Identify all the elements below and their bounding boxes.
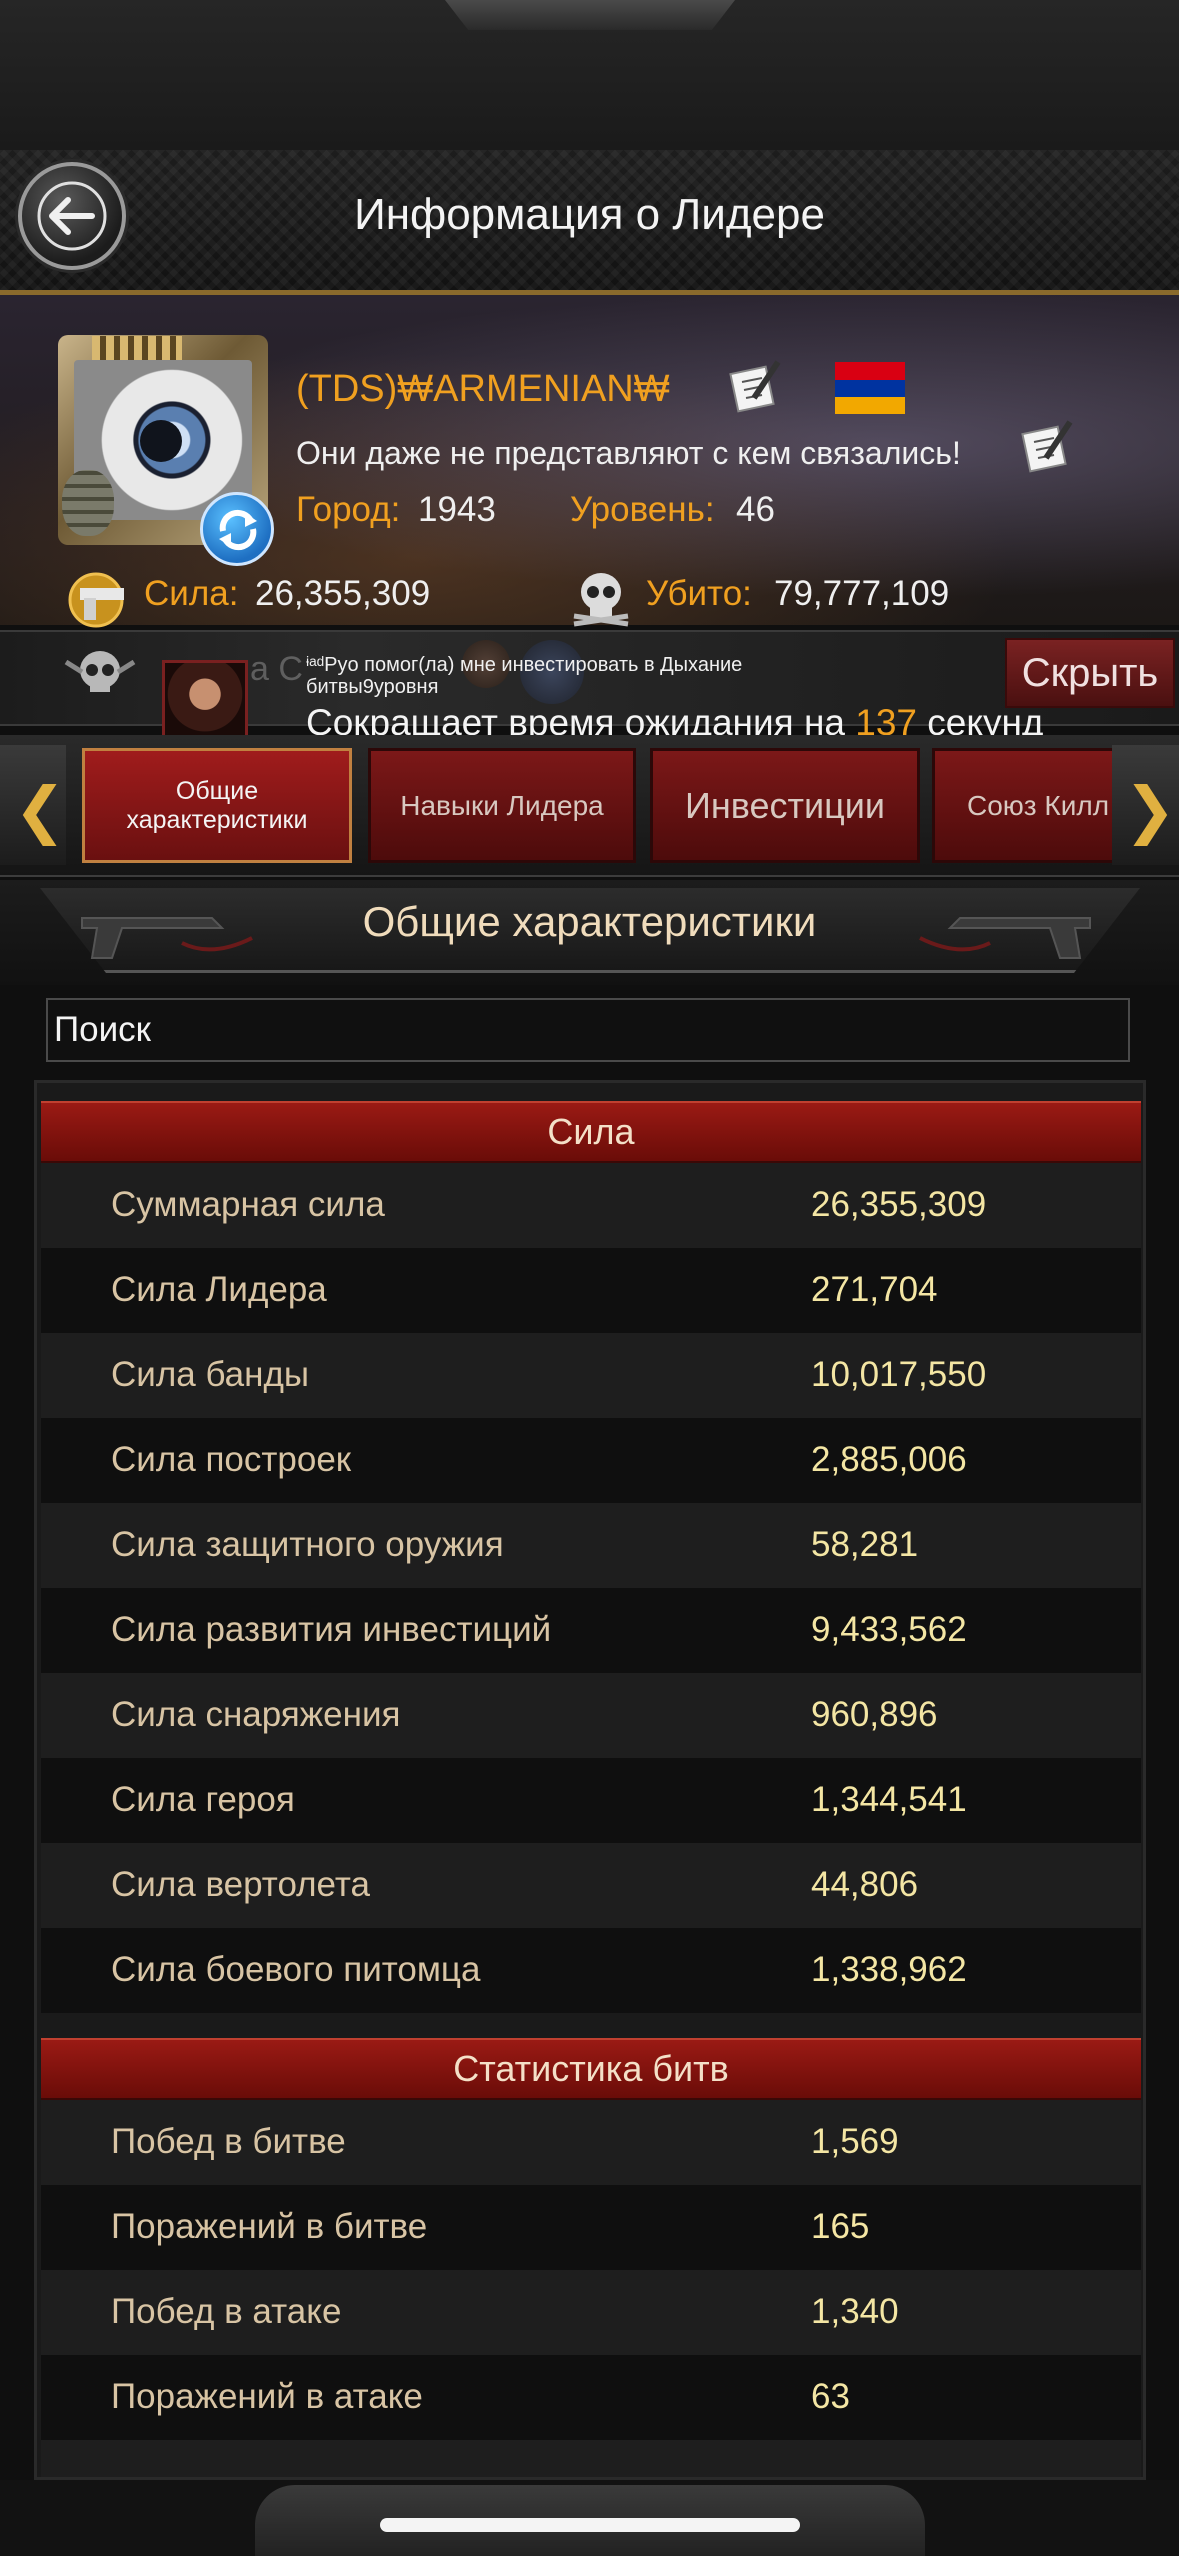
chevron-left-icon: ❮ [14, 776, 66, 845]
tab-label: Навыки Лидера [400, 789, 604, 821]
stat-name: Побед в атаке [111, 2292, 342, 2331]
stat-name: Сила развития инвестиций [111, 1610, 552, 1649]
stat-value: 26,355,309 [811, 1185, 987, 1224]
stat-row: Сила героя 1,344,541 [41, 1758, 1141, 1843]
refresh-arrows-icon [219, 509, 257, 551]
stat-name: Сила банды [111, 1355, 310, 1394]
stat-value: 2,885,006 [811, 1440, 967, 1479]
stat-row-partial [41, 2440, 1141, 2477]
stat-value: 58,281 [811, 1525, 919, 1564]
stat-value: 9,433,562 [811, 1610, 967, 1649]
stat-value: 271,704 [811, 1270, 938, 1309]
stat-value: 1,569 [811, 2122, 899, 2161]
city-value: 1943 [418, 490, 496, 529]
stat-value: 44,806 [811, 1865, 919, 1904]
stat-row: Поражений в атаке 63 [41, 2355, 1141, 2440]
stat-row: Сила вертолета 44,806 [41, 1843, 1141, 1928]
edit-name-icon[interactable] [728, 358, 788, 419]
stat-value: 1,344,541 [811, 1780, 967, 1819]
notification-message: ᶤᵃᵈPyo помог(ла) мне инвестировать в Дых… [306, 654, 743, 698]
stat-name: Сила снаряжения [111, 1695, 401, 1734]
stat-name: Сила боевого питомца [111, 1950, 481, 1989]
level-label: Уровень: [570, 490, 715, 529]
stat-name: Поражений в битве [111, 2207, 428, 2246]
stat-name: Сила построек [111, 1440, 352, 1479]
tab-leader-skills[interactable]: Навыки Лидера [368, 748, 636, 863]
tab-label: Союз Килл [967, 789, 1110, 821]
power-gun-icon [68, 572, 124, 628]
hide-button[interactable]: Скрыть [1005, 638, 1175, 708]
stat-value: 10,017,550 [811, 1355, 987, 1394]
tab-investments[interactable]: Инвестиции [650, 748, 920, 863]
power-label: Сила: [144, 574, 239, 613]
edit-motto-icon[interactable] [1020, 418, 1080, 479]
armenia-flag-icon [835, 362, 905, 414]
kills-label: Убито: [646, 574, 752, 613]
city-label: Город: [296, 490, 401, 529]
avatar-eye-pupil [140, 420, 182, 462]
stat-name: Поражений в атаке [111, 2377, 423, 2416]
stat-row: Сила банды 10,017,550 [41, 1333, 1141, 1418]
player-name: (TDS)₩ARMENIAN₩ [296, 368, 670, 410]
stat-row: Сила Лидера 271,704 [41, 1248, 1141, 1333]
stat-name: Побед в битве [111, 2122, 346, 2161]
grenade-icon [62, 470, 114, 536]
stats-panel: Сила Суммарная сила 26,355,309 Сила Лиде… [34, 1080, 1146, 2480]
section-title: Общие характеристики [362, 898, 817, 945]
tab-general-stats[interactable]: Общие характеристики [82, 748, 352, 863]
stat-row: Сила защитного оружия 58,281 [41, 1503, 1141, 1588]
category-header-power: Сила [41, 1101, 1141, 1163]
home-indicator[interactable] [380, 2518, 800, 2532]
tabs-scroll-right-button[interactable]: ❯ [1112, 745, 1179, 865]
stat-row: Сила развития инвестиций 9,433,562 [41, 1588, 1141, 1673]
stat-name: Сила защитного оружия [111, 1525, 504, 1564]
stat-name: Сила вертолета [111, 1865, 370, 1904]
top-notch-decoration [445, 0, 735, 30]
notification-ghost-text: а С [250, 650, 303, 688]
stat-name: Сила Лидера [111, 1270, 327, 1309]
search-placeholder: Поиск [54, 1010, 151, 1049]
stat-name: Сила героя [111, 1780, 295, 1819]
notification-avatar [162, 660, 248, 744]
stat-row: Сила боевого питомца 1,338,962 [41, 1928, 1141, 2013]
kills-value: 79,777,109 [774, 574, 950, 613]
stat-value: 165 [811, 2207, 870, 2246]
tab-label: Инвестиции [685, 784, 885, 826]
stat-value: 63 [811, 2377, 850, 2416]
stat-row: Сила снаряжения 960,896 [41, 1673, 1141, 1758]
skull-icon [573, 573, 629, 627]
search-input[interactable] [46, 998, 1130, 1062]
stat-row: Суммарная сила 26,355,309 [41, 1163, 1141, 1248]
chevron-right-icon: ❯ [1124, 776, 1176, 845]
refresh-icon[interactable] [200, 492, 274, 566]
stat-row: Побед в битве 1,569 [41, 2100, 1141, 2185]
tab-union-kill[interactable]: Союз Килл [932, 748, 1112, 863]
stat-row: Побед в атаке 1,340 [41, 2270, 1141, 2355]
power-value: 26,355,309 [255, 574, 431, 613]
level-value: 46 [736, 490, 775, 529]
player-motto: Они даже не представляют с кем связались… [296, 435, 961, 471]
tabs-scroll-left-button[interactable]: ❮ [0, 745, 66, 865]
stat-value: 1,340 [811, 2292, 899, 2331]
stat-value: 960,896 [811, 1695, 938, 1734]
notification-skull-icon [64, 651, 136, 692]
stat-row: Поражений в битве 165 [41, 2185, 1141, 2270]
page-title: Информация о Лидере [354, 190, 825, 239]
tab-label: Общие характеристики [126, 776, 308, 834]
stat-row: Сила построек 2,885,006 [41, 1418, 1141, 1503]
category-header-battle-stats: Статистика битв [41, 2038, 1141, 2100]
stat-name: Суммарная сила [111, 1185, 385, 1224]
stat-value: 1,338,962 [811, 1950, 967, 1989]
